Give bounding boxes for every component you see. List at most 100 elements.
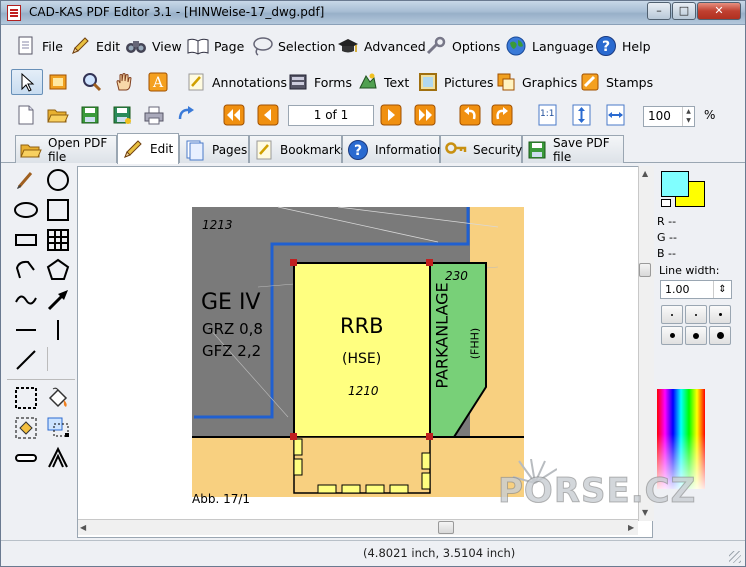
fill-select-tool[interactable]: [13, 415, 39, 441]
arc-tool[interactable]: [13, 257, 39, 283]
floppy-icon: [79, 104, 101, 126]
menu-file[interactable]: File: [15, 34, 63, 58]
menu-help[interactable]: ? Help: [595, 34, 651, 58]
line-width-spinner[interactable]: ⇕: [713, 281, 731, 298]
panel-splitter-handle[interactable]: [639, 263, 651, 277]
thick-line-tool[interactable]: [13, 445, 39, 471]
stamp-icon: [579, 71, 601, 93]
fit-width-button[interactable]: [605, 102, 632, 128]
dot-size-5-button[interactable]: [685, 326, 707, 345]
fill-tool[interactable]: [45, 385, 71, 411]
tab-bookmarks[interactable]: Bookmarks: [249, 135, 347, 163]
fit-height-button[interactable]: [571, 102, 598, 128]
text-tool[interactable]: A: [147, 69, 174, 95]
maximize-button[interactable]: □: [672, 2, 696, 20]
text-label: Text: [384, 74, 410, 90]
horizontal-line-tool[interactable]: [13, 317, 39, 343]
dot-size-6-button[interactable]: [709, 326, 731, 345]
frame-icon: [47, 71, 69, 93]
print-button[interactable]: [143, 102, 170, 128]
transform-tool[interactable]: [45, 415, 71, 441]
prev-page-button[interactable]: [257, 102, 284, 128]
annotations-tool[interactable]: Annotations: [185, 69, 287, 95]
polygon-tool[interactable]: [45, 257, 71, 283]
pictures-tool[interactable]: Pictures: [417, 69, 494, 95]
hand-tool[interactable]: [113, 69, 140, 95]
page-number-field[interactable]: 1 of 1: [288, 105, 374, 126]
grid-tool[interactable]: [45, 227, 71, 253]
new-button[interactable]: [15, 102, 42, 128]
menu-edit[interactable]: Edit: [69, 34, 120, 58]
ellipse-tool[interactable]: [13, 197, 39, 223]
vertical-line-tool[interactable]: [45, 317, 71, 343]
tab-bookmarks-label: Bookmarks: [280, 142, 348, 157]
graphics-tool[interactable]: Graphics: [495, 69, 577, 95]
refresh-button[interactable]: [175, 102, 202, 128]
dot-size-3-button[interactable]: [709, 305, 731, 324]
annotation-icon: [185, 71, 207, 93]
tab-save-pdf[interactable]: Save PDF file: [522, 135, 624, 164]
graphics-icon: [495, 71, 517, 93]
tab-information-label: Information: [375, 142, 445, 157]
tab-information[interactable]: ? Information: [342, 135, 444, 163]
brush-tool[interactable]: [13, 167, 39, 193]
menu-selection[interactable]: Selection: [251, 34, 336, 58]
polyline-tool[interactable]: [45, 445, 71, 471]
zoom-tool[interactable]: [81, 69, 108, 95]
vertical-scrollbar[interactable]: [638, 166, 654, 521]
save-as-button[interactable]: [111, 102, 138, 128]
rect-select-tool[interactable]: [47, 69, 74, 95]
resize-grip[interactable]: [729, 551, 741, 563]
tab-open-pdf[interactable]: Open PDF file: [15, 135, 117, 164]
tab-pages[interactable]: Pages: [179, 135, 249, 163]
scroll-left-arrow[interactable]: ◀: [80, 523, 86, 532]
zoom-spinner[interactable]: ▲ ▼: [682, 107, 694, 126]
lasso-icon: [251, 35, 273, 57]
dot-size-1-button[interactable]: [661, 305, 683, 324]
last-page-icon: [414, 104, 436, 126]
grid-icon: [47, 229, 69, 251]
tab-edit[interactable]: Edit: [117, 133, 179, 164]
undo-button[interactable]: [459, 102, 486, 128]
close-button[interactable]: ✕: [697, 2, 741, 20]
actual-size-button[interactable]: 1:1: [537, 102, 564, 128]
menu-options[interactable]: Options: [425, 34, 500, 58]
swap-colors-icon[interactable]: [661, 199, 671, 207]
stamps-tool[interactable]: Stamps: [579, 69, 653, 95]
select-tool[interactable]: [11, 69, 43, 95]
status-bar: (4.8021 inch, 3.5104 inch): [1, 540, 745, 566]
new-document-icon: [15, 104, 37, 126]
horizontal-scroll-thumb[interactable]: [438, 521, 454, 534]
minimize-button[interactable]: –: [647, 2, 671, 20]
menu-view[interactable]: View: [125, 34, 182, 58]
first-page-button[interactable]: [223, 102, 250, 128]
square-icon: [47, 199, 69, 221]
forms-tool[interactable]: Forms: [287, 69, 352, 95]
menu-advanced[interactable]: Advanced: [337, 34, 426, 58]
curve-tool[interactable]: [13, 287, 39, 313]
square-tool[interactable]: [45, 197, 71, 223]
rectangle-tool[interactable]: [13, 227, 39, 253]
horizontal-scrollbar[interactable]: ◀ ▶: [78, 519, 638, 535]
text-insert-tool[interactable]: Text: [357, 69, 409, 95]
tab-security[interactable]: Security: [440, 135, 522, 163]
circle-tool[interactable]: [45, 167, 71, 193]
last-page-button[interactable]: [414, 102, 441, 128]
vertical-scroll-up-arrow[interactable]: ▲: [642, 169, 648, 178]
menu-language[interactable]: Language: [505, 34, 594, 58]
diagonal-line-tool[interactable]: [13, 347, 39, 373]
foreground-color-swatch[interactable]: [661, 171, 689, 197]
open-button[interactable]: [47, 102, 74, 128]
menu-page[interactable]: Page: [187, 34, 244, 58]
select-area-tool[interactable]: [13, 385, 39, 411]
scroll-right-arrow[interactable]: ▶: [628, 523, 634, 532]
arrow-cursor-icon: [16, 71, 38, 93]
dot-size-2-button[interactable]: [685, 305, 707, 324]
next-page-button[interactable]: [380, 102, 407, 128]
dot-size-4-button[interactable]: [661, 326, 683, 345]
save-button[interactable]: [79, 102, 106, 128]
redo-button[interactable]: [491, 102, 518, 128]
arrow-line-tool[interactable]: [45, 287, 71, 313]
key-icon: [445, 139, 467, 161]
annotations-label: Annotations: [212, 74, 288, 90]
